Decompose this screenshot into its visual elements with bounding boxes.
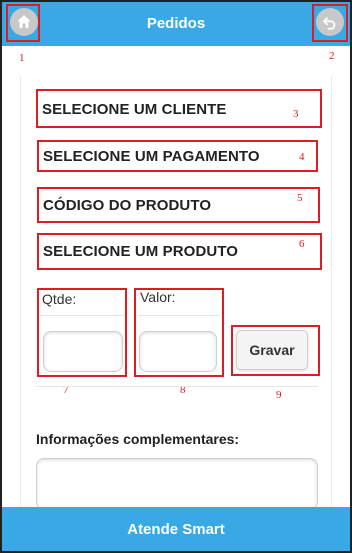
annotation-box-3 bbox=[36, 89, 322, 128]
annotation-box-6 bbox=[37, 233, 322, 270]
info-complementares-textarea[interactable] bbox=[36, 458, 318, 510]
footer-bar: Atende Smart bbox=[2, 507, 350, 551]
annotation-marker-4: 4 bbox=[299, 151, 305, 163]
annotation-marker-5: 5 bbox=[297, 192, 303, 204]
header-bar: Pedidos bbox=[2, 2, 350, 46]
annotation-marker-6: 6 bbox=[299, 238, 305, 250]
row-divider bbox=[36, 386, 318, 387]
annotation-box-2 bbox=[312, 4, 348, 42]
annotation-box-9 bbox=[231, 325, 320, 376]
annotation-marker-9: 9 bbox=[276, 389, 282, 401]
annotation-marker-1: 1 bbox=[19, 52, 25, 64]
info-complementares-label: Informações complementares: bbox=[36, 431, 240, 447]
annotation-box-1 bbox=[6, 4, 40, 42]
annotation-box-4 bbox=[37, 140, 318, 172]
footer-title: Atende Smart bbox=[127, 521, 225, 538]
page-title: Pedidos bbox=[146, 15, 206, 32]
annotation-box-7 bbox=[37, 288, 127, 377]
annotation-marker-2: 2 bbox=[329, 50, 335, 62]
annotation-marker-3: 3 bbox=[293, 108, 299, 120]
annotation-box-5 bbox=[37, 187, 320, 223]
annotation-box-8 bbox=[134, 288, 224, 377]
